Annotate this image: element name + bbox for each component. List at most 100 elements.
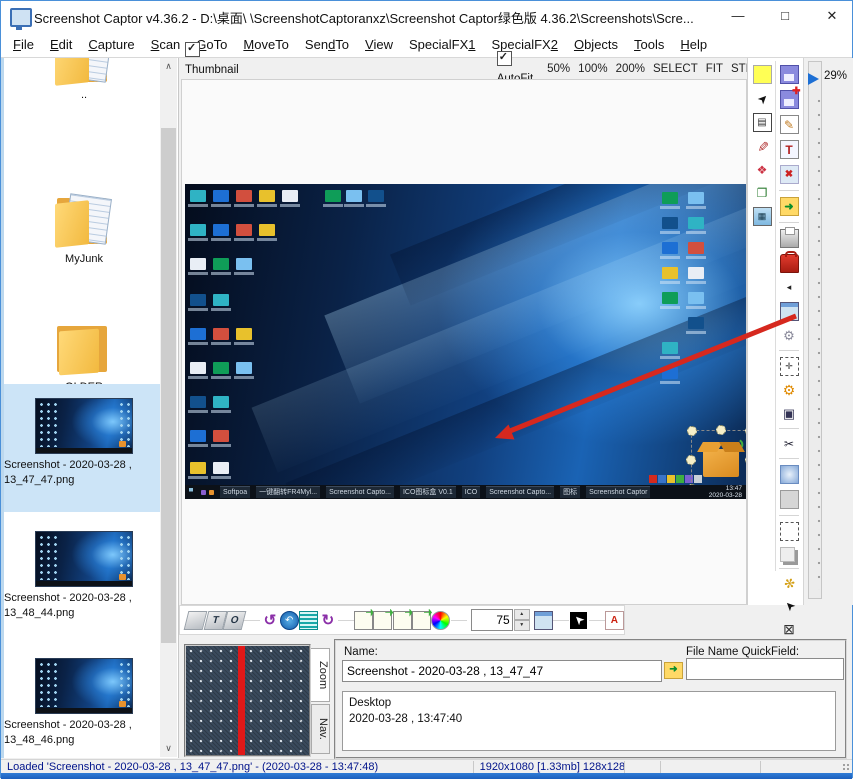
undo-globe-icon[interactable]: ↶ <box>280 611 299 630</box>
scroll-up-icon[interactable]: ∧ <box>160 58 177 75</box>
quickfield-input[interactable] <box>686 658 844 680</box>
paste-image-icon[interactable] <box>373 611 392 630</box>
resize-grip-icon[interactable] <box>842 763 850 771</box>
minimize-button[interactable]: — <box>715 1 761 31</box>
rename-file-button[interactable]: ➜ <box>664 662 683 679</box>
clipart-objects-icon[interactable]: ❖ <box>754 161 771 178</box>
add-text-icon[interactable]: T <box>780 140 799 159</box>
loaded-screenshot-image[interactable]: ↷ Softpoa一键翻转FR4Myl...Screenshot Capto..… <box>185 184 746 499</box>
package-object-icon[interactable]: ↷ <box>703 449 739 477</box>
menu-sendto[interactable]: SendTo <box>297 33 357 56</box>
selection-handle[interactable] <box>716 425 726 435</box>
delete-file-icon[interactable]: ✖ <box>780 165 799 184</box>
sidebar-item-older[interactable]: OLDER <box>4 266 164 395</box>
edit-external-icon[interactable]: ✎ <box>780 115 799 134</box>
selection-handle[interactable] <box>686 455 696 465</box>
copy-region-icon[interactable]: ❐ <box>754 184 771 201</box>
desktop-icon <box>688 217 704 229</box>
zoom-slider[interactable]: 29% <box>803 58 853 605</box>
menu-tools[interactable]: Tools <box>626 33 672 56</box>
zoom-option-fit[interactable]: FIT <box>706 63 723 75</box>
screenshot-thumbnail-item[interactable]: Screenshot - 2020-03-28 ,13_48_46.png <box>4 644 164 772</box>
menu-objects[interactable]: Objects <box>566 33 626 56</box>
desktop-icon <box>190 294 206 306</box>
gray-effect-icon[interactable] <box>780 490 799 509</box>
rotate-object-icon[interactable]: ⚙ <box>781 382 798 399</box>
spin-up-icon[interactable]: ▲ <box>514 609 530 620</box>
zoom-slider-marker-icon[interactable] <box>808 73 819 85</box>
tab-zoom[interactable]: Zoom <box>311 648 330 702</box>
save-icon[interactable] <box>780 65 799 84</box>
save-as-icon[interactable]: ✚ <box>780 90 799 109</box>
rotate-left-icon[interactable]: ↺ <box>261 612 278 629</box>
toolbox-icon[interactable] <box>780 254 799 273</box>
caption-note-icon[interactable]: ▤ <box>753 113 772 132</box>
zoom-option-50pct[interactable]: 50% <box>547 63 570 75</box>
window-bottom-border <box>1 773 852 779</box>
collapse-panel-icon[interactable]: ◂ <box>781 279 798 296</box>
editor-canvas[interactable]: ↷ Softpoa一键翻转FR4Myl...Screenshot Capto..… <box>181 79 747 605</box>
scroll-down-icon[interactable]: ∨ <box>160 740 177 757</box>
paste-image-icon[interactable] <box>393 611 412 630</box>
desktop-icon <box>236 190 252 202</box>
tab-nav[interactable]: Nav. <box>311 704 330 754</box>
paintbrush-icon[interactable]: ✎ <box>754 138 771 155</box>
zoom-option-select[interactable]: SELECT <box>653 63 698 75</box>
resize-canvas-icon[interactable]: ✛ <box>780 357 799 376</box>
sidebar-item-up[interactable]: .. <box>4 58 164 103</box>
print-icon[interactable] <box>780 229 799 248</box>
highlight-color-icon[interactable] <box>753 65 772 84</box>
maximize-button[interactable]: □ <box>762 1 808 31</box>
opacity-spinbox[interactable] <box>471 609 513 631</box>
frame-effect-icon[interactable]: ▣ <box>781 405 798 422</box>
name-input[interactable] <box>342 660 662 682</box>
paste-image-icon[interactable] <box>354 611 373 630</box>
menu-file[interactable]: File <box>5 33 42 56</box>
close-button[interactable]: ✕ <box>809 1 853 31</box>
paste-image-icon[interactable] <box>412 611 431 630</box>
deselect-icon[interactable]: ⊠ <box>781 621 798 638</box>
shadow-effect-icon[interactable] <box>780 547 795 562</box>
selection-handle[interactable] <box>745 455 746 465</box>
screenshot-thumbnail-item[interactable]: Screenshot - 2020-03-28 ,13_47_47.png <box>4 384 164 512</box>
crop-icon[interactable]: ✂ <box>781 435 798 452</box>
menu-moveto[interactable]: MoveTo <box>235 33 297 56</box>
pdf-export-icon[interactable]: A <box>605 611 624 630</box>
caption-textarea[interactable]: Desktop 2020-03-28 , 13:47:40 <box>342 691 836 751</box>
menu-edit[interactable]: Edit <box>42 33 80 56</box>
image-size-icon[interactable]: ▦ <box>753 207 772 226</box>
sidebar-item-myjunk[interactable]: MyJunk <box>4 138 164 267</box>
spin-down-icon[interactable]: ▼ <box>514 620 530 631</box>
sidebar-scrollbar[interactable]: ∧ ∨ <box>160 58 177 757</box>
preview-window-icon[interactable] <box>780 302 799 321</box>
menu-view[interactable]: View <box>357 33 401 56</box>
zoom-option-200pct[interactable]: 200% <box>616 63 645 75</box>
arrow-tool-icon[interactable]: ➤ <box>750 86 774 110</box>
image-adjust-icon[interactable] <box>534 611 553 630</box>
select-cursor-icon[interactable]: ➤ <box>777 594 801 618</box>
desktop-icon <box>662 192 678 204</box>
desktop-icon <box>662 217 678 229</box>
text-lines-icon[interactable] <box>299 611 318 630</box>
selected-object[interactable]: ↷ <box>691 430 746 492</box>
blur-effect-icon[interactable] <box>780 465 799 484</box>
zoom-preview-panel[interactable] <box>184 644 311 757</box>
menu-specialfx1[interactable]: SpecialFX1 <box>401 33 483 56</box>
scroll-thumb[interactable] <box>161 128 176 643</box>
selection-marquee-icon[interactable] <box>780 522 799 541</box>
magic-wand-icon[interactable]: ✻ <box>778 573 800 595</box>
settings-gears-icon[interactable]: ⚙ <box>781 327 798 344</box>
selection-handle[interactable] <box>687 426 697 436</box>
screenshot-thumbnail-item[interactable]: Screenshot - 2020-03-28 ,13_48_44.png <box>4 517 164 645</box>
menu-help[interactable]: Help <box>672 33 715 56</box>
menu-capture[interactable]: Capture <box>80 33 142 56</box>
pick-tool-icon[interactable]: ➤ <box>570 612 587 629</box>
zoom-option-100pct[interactable]: 100% <box>578 63 607 75</box>
scan-object-icon[interactable]: O <box>223 611 247 630</box>
rotate-right-icon[interactable]: ↻ <box>319 612 336 629</box>
move-file-icon[interactable]: ➜ <box>780 197 799 216</box>
selection-handle[interactable] <box>745 426 746 436</box>
name-label: Name: <box>344 646 378 658</box>
menu-scan[interactable]: Scan <box>143 33 189 56</box>
color-wheel-icon[interactable] <box>431 611 450 630</box>
